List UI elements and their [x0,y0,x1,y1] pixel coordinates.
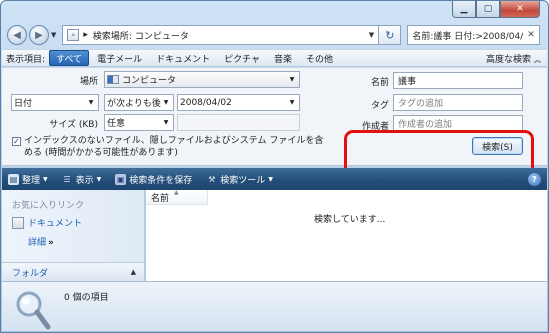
author-field[interactable]: 作成者の追加 [393,115,523,132]
documents-icon [12,216,24,229]
save-search-icon: ▣ [115,173,127,185]
nav-item-documents[interactable]: ドキュメント [12,216,82,229]
date-field-value: 日付 [14,99,33,109]
size-value: 任意 [107,119,126,129]
command-bar: ▤ 整理 ▼ ☰ 表示 ▼ ▣ 検索条件を保存 ⚒ 検索ツール ▼ ? [2,168,547,190]
sort-indicator-icon: ▲ [174,189,179,196]
save-search-label: 検索条件を保存 [129,175,193,186]
chevron-down-icon: ▼ [163,119,169,126]
chevron-up-icon: ︽ [534,55,541,64]
name-label: 名前 [370,78,389,88]
maximize-icon[interactable]: ▢ [476,1,500,18]
column-header-name[interactable]: ▲ 名前 [146,189,208,205]
chevron-down-icon: ▼ [163,99,169,106]
advanced-search-label: 高度な検索 [485,54,531,65]
date-value-picker[interactable]: 2008/04/02 ▼ [177,94,300,111]
chevron-down-icon: ▼ [43,175,48,183]
show-only-label: 表示項目: [6,54,46,65]
search-button[interactable]: 検索(S) [472,137,523,155]
favorite-links-header: お気に入りリンク [12,201,85,211]
views-label: 表示 [75,175,94,186]
organize-icon: ▤ [8,173,19,185]
folders-toggle[interactable]: フォルダ ▲ [2,262,144,281]
date-field-select[interactable]: 日付 ▼ [11,94,99,111]
size-value-field [177,114,300,131]
caption-buttons: ▁ ▢ ✕ [452,1,540,18]
include-nonindexed-label: インデックスのないファイル、隠しファイルおよびシステム ファイルを含める (時間… [24,136,324,158]
filter-tab-other[interactable]: その他 [300,50,339,66]
chevron-down-icon[interactable]: ▼ [364,31,378,39]
filter-tab-music[interactable]: 音楽 [268,50,298,66]
views-icon: ☰ [63,174,71,184]
chevron-down-icon: ▼ [268,175,273,183]
location-select[interactable]: コンピュータ ▼ [104,71,300,88]
magnifier-icon [16,291,51,330]
chevron-up-icon: ▲ [130,268,136,276]
filter-tab-email[interactable]: 電子メール [91,50,148,66]
save-search-button[interactable]: ▣ 検索条件を保存 [115,173,192,186]
search-folder-icon: ⌕ [67,29,80,41]
chevron-down-icon: ▼ [96,175,102,183]
nav-more-label: 詳細 [28,238,47,248]
close-icon[interactable]: ✕ [500,1,540,18]
column-header-name-label: 名前 [151,193,170,204]
location-label: 場所 [79,77,98,87]
show-only-bar: 表示項目: すべて 電子メール ドキュメント ピクチャ 音楽 その他 高度な検索… [2,49,547,67]
forward-arrow-icon[interactable]: ▶ [29,25,49,45]
date-operator-select[interactable]: が次よりも後 ▼ [104,94,174,111]
views-menu[interactable]: ☰ 表示 ▼ [62,173,102,186]
organize-label: 整理 [22,175,41,186]
minimize-icon[interactable]: ▁ [452,1,476,18]
location-value: コンピュータ [122,76,177,86]
address-separator: ▸ [83,30,88,40]
search-tools-icon: ⚒ [208,174,216,184]
size-label: サイズ (KB) [49,120,98,130]
refresh-icon[interactable]: ↻ [379,25,402,45]
search-tools-label: 検索ツール [220,175,266,186]
tag-field[interactable]: タグの追加 [393,94,523,111]
tag-label: タグ [370,101,389,111]
address-text: 検索場所: コンピュータ [92,31,189,42]
details-pane: 0 個の項目 [2,281,547,331]
computer-icon [107,75,119,84]
back-arrow-icon[interactable]: ◀ [7,25,27,45]
organize-menu[interactable]: ▤ 整理 ▼ [8,173,48,186]
help-icon[interactable]: ? [528,172,541,186]
address-bar[interactable]: ⌕ ▸ 検索場所: コンピュータ ▼ [62,25,380,45]
advanced-search-pane: 場所 コンピュータ ▼ 日付 ▼ が次よりも後 ▼ 2008/04/02 ▼ サ… [2,68,547,212]
date-value: 2008/04/02 [180,97,232,108]
navigation-bar: ◀ ▶ ▼ ⌕ ▸ 検索場所: コンピュータ ▼ ↻ 名前:議事 日付:>200… [7,23,540,47]
explorer-window: ▁ ▢ ✕ ◀ ▶ ▼ ⌕ ▸ 検索場所: コンピュータ ▼ ↻ 名前:議事 日… [0,0,549,333]
name-field[interactable]: 議事 [393,72,523,89]
size-select[interactable]: 任意 ▼ [104,114,174,131]
nav-item-documents-label: ドキュメント [28,219,83,229]
search-status: 検索しています... [314,215,386,225]
file-list: ▲ 名前 検索しています... [146,189,547,281]
clear-search-icon[interactable]: ✕ [523,30,539,40]
nav-more-link[interactable]: 詳細» [28,235,54,248]
search-tools-menu[interactable]: ⚒ 検索ツール ▼ [206,173,273,186]
filter-tab-all[interactable]: すべて [49,50,90,66]
search-input[interactable]: 名前:議事 日付:>2008/04/02 ✕ [407,25,540,45]
filter-tab-document[interactable]: ドキュメント [150,50,216,66]
recent-pages-dropdown-icon[interactable]: ▼ [51,31,56,39]
navigation-pane: お気に入りリンク ドキュメント 詳細» フォルダ ▲ [2,190,145,281]
chevron-down-icon: ▼ [88,99,94,106]
chevron-down-icon: ▼ [289,99,295,106]
item-count: 0 個の項目 [64,293,109,303]
search-query: 名前:議事 日付:>2008/04/02 [412,31,523,42]
author-label: 作成者 [361,122,389,132]
include-nonindexed-checkbox[interactable]: ✓ [12,137,21,146]
double-chevron-right-icon: » [48,238,54,248]
filter-tab-picture[interactable]: ピクチャ [218,50,266,66]
advanced-search-toggle[interactable]: 高度な検索 ︽ [486,52,541,65]
folders-label: フォルダ [12,268,49,279]
date-operator-value: が次よりも後 [107,99,161,109]
chevron-down-icon: ▼ [289,76,295,83]
